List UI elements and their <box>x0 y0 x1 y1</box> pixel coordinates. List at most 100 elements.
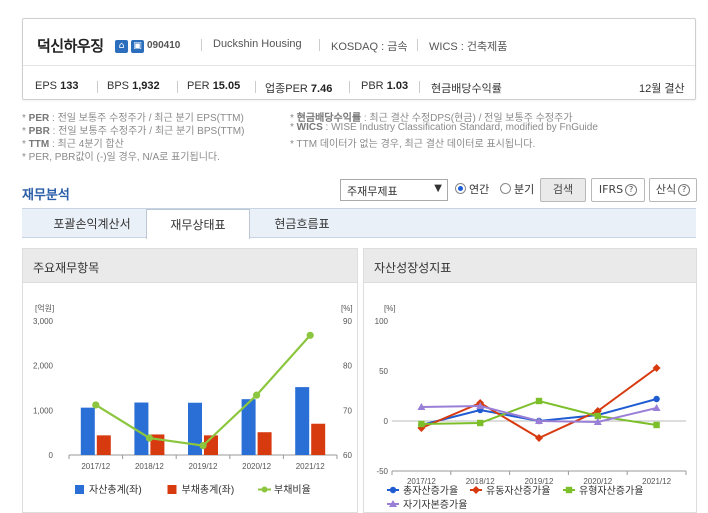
legend-label: 유형자산증가율 <box>579 485 643 497</box>
divider <box>319 39 320 51</box>
company-wics: WICS : 건축제품 <box>429 41 508 53</box>
tab-cash-flow[interactable]: 현금흐름표 <box>252 209 352 238</box>
legend-label: 부채비율 <box>274 484 311 496</box>
divider <box>349 81 350 93</box>
x-tick-label: 2021/12 <box>296 462 325 471</box>
bar-total-liabilities <box>311 423 326 455</box>
tab-income-statement[interactable]: 포괄손익계산서 <box>36 209 148 238</box>
company-name: 덕신하우징 <box>37 37 104 55</box>
x-tick-label: 2018/12 <box>466 477 495 486</box>
home-icon[interactable]: ⌂ <box>115 40 128 53</box>
x-tick-label: 2019/12 <box>525 477 554 486</box>
note-na: * PER, PBR값이 (-)일 경우, N/A로 표기됩니다. <box>22 152 220 163</box>
radio-annual[interactable] <box>455 183 466 194</box>
point-debt-ratio <box>306 331 314 339</box>
panel-title: 자산성장성지표 <box>374 261 452 275</box>
section-title: 재무분석 <box>22 188 70 203</box>
series-point-0 <box>653 395 660 403</box>
divider <box>417 39 418 51</box>
bar-total-liabilities <box>257 432 272 455</box>
y-tick-label: 0 <box>384 417 389 426</box>
right-axis-unit: [%] <box>341 304 353 313</box>
legend-label: 유동자산증가율 <box>486 485 550 497</box>
ifrs-button[interactable]: IFRS? <box>591 178 645 202</box>
stat-per: PER 15.05 <box>187 80 241 92</box>
asset-growth-panel: 자산성장성지표 [%] -50 0 50 100 2017/12 2018/12 2019/1… <box>363 248 697 513</box>
x-tick-label: 2020/12 <box>583 477 612 486</box>
point-debt-ratio <box>199 442 207 450</box>
x-tick-label: 2017/12 <box>81 462 110 471</box>
settlement-month: 12월 결산 <box>639 83 685 95</box>
legend-marker <box>261 486 268 493</box>
main-financials-chart: [억원] [%] 0 1,000 2,000 3,000 60 70 80 90 2017/12 20… <box>33 303 353 496</box>
left-axis-unit: [억원] <box>35 303 54 313</box>
note-wics: * WICS : WISE Industry Classification St… <box>290 122 598 133</box>
legend-label: 부채총계(좌) <box>182 484 235 496</box>
search-button[interactable]: 검색 <box>540 178 586 202</box>
company-code: 090410 <box>147 40 181 51</box>
stat-eps: EPS 133 <box>35 80 79 92</box>
y-axis-unit: [%] <box>384 304 396 313</box>
legend-marker <box>167 485 177 494</box>
help-icon: ? <box>625 184 638 196</box>
x-tick-label: 2017/12 <box>407 477 436 486</box>
company-market: KOSDAQ : 금속 <box>331 41 408 53</box>
series-point-3 <box>652 404 661 411</box>
bar-total-liabilities <box>96 435 111 455</box>
x-tick-label: 2019/12 <box>189 462 218 471</box>
help-icon: ? <box>678 184 691 196</box>
series-point-2 <box>418 420 425 428</box>
left-tick-label: 2,000 <box>33 362 54 371</box>
x-tick-label: 2018/12 <box>135 462 164 471</box>
main-financials-panel: 주요재무항목 [억원] [%] 0 1,000 2,000 3,000 60 70 80 90 20… <box>22 248 358 513</box>
legend-marker <box>389 486 397 494</box>
divider <box>201 39 202 51</box>
point-debt-ratio <box>253 391 261 399</box>
y-tick-label: -50 <box>376 467 388 476</box>
y-tick-label: 50 <box>379 367 388 376</box>
stat-dividend-yield: 현금배당수익률 <box>431 83 502 95</box>
series-point-2 <box>535 397 543 405</box>
series-point-2 <box>653 421 660 429</box>
series-point-2 <box>477 419 484 427</box>
divider <box>97 81 98 93</box>
divider <box>419 81 420 93</box>
radio-quarter-label[interactable]: 분기 <box>514 181 534 197</box>
panel-header: 주요재무항목 <box>23 249 357 283</box>
right-tick-label: 70 <box>343 406 352 415</box>
stat-bps: BPS 1,932 <box>107 80 160 92</box>
statement-select-value: 주재무제표 <box>347 185 398 198</box>
panel-header: 자산성장성지표 <box>364 249 696 283</box>
left-tick-label: 1,000 <box>33 406 54 415</box>
bar-total-assets <box>295 387 310 455</box>
ir-icon[interactable]: ▣ <box>131 40 144 53</box>
legend-label: 자산총계(좌) <box>89 484 142 496</box>
company-eng-name: Duckshin Housing <box>213 38 302 50</box>
statement-select[interactable]: 주재무제표 ▼ <box>340 179 448 201</box>
x-tick-label: 2021/12 <box>642 477 671 486</box>
point-debt-ratio <box>145 434 153 442</box>
formula-button[interactable]: 산식? <box>649 178 697 202</box>
y-tick-label: 100 <box>375 317 389 326</box>
radio-quarter[interactable] <box>500 183 511 194</box>
line-debt-ratio <box>95 334 312 447</box>
bar-total-assets <box>80 407 95 455</box>
legend-marker <box>472 486 480 494</box>
stat-industry-per: 업종PER 7.46 <box>265 83 333 95</box>
bar-total-assets <box>134 402 149 455</box>
tab-balance-sheet[interactable]: 재무상태표 <box>146 209 250 239</box>
divider <box>255 81 256 93</box>
legend-marker <box>565 486 573 494</box>
stat-pbr: PBR 1.03 <box>361 80 409 92</box>
x-tick-label: 2020/12 <box>242 462 271 471</box>
panel-title: 주요재무항목 <box>33 261 100 275</box>
radio-annual-label[interactable]: 연간 <box>469 181 489 197</box>
note-ttm-missing: * TTM 데이터가 없는 경우, 최근 결산 데이터로 표시됩니다. <box>290 139 536 150</box>
divider <box>177 81 178 93</box>
divider <box>23 65 695 66</box>
right-tick-label: 60 <box>343 451 352 460</box>
right-tick-label: 80 <box>343 362 352 371</box>
right-tick-label: 90 <box>343 317 352 326</box>
legend-marker <box>75 485 84 494</box>
statement-tabs: 포괄손익계산서 재무상태표 현금흐름표 <box>22 208 696 239</box>
